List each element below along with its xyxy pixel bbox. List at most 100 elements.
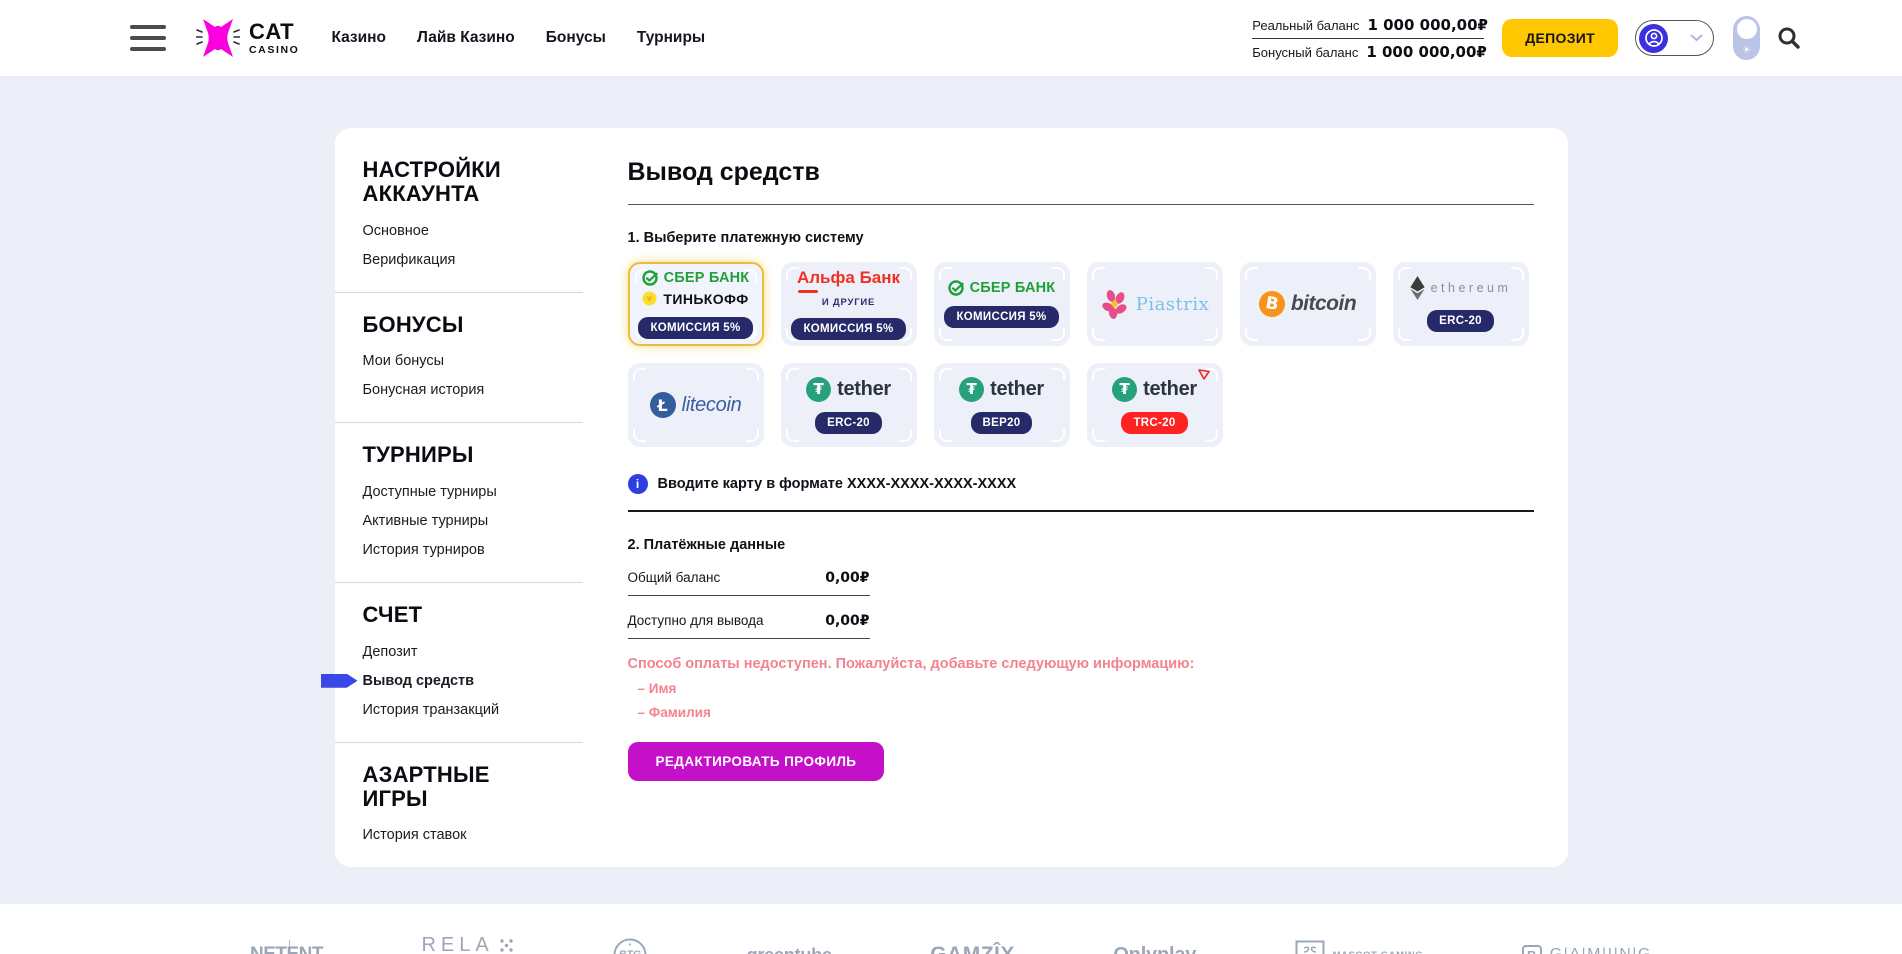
bonus-balance-label: Бонусный баланс <box>1252 45 1358 60</box>
erc20-badge: ERC-20 <box>815 412 882 434</box>
payment-tile-tether-trc20[interactable]: ₮ tether TRC-20 <box>1087 363 1223 447</box>
bonus-balance-value: 1 000 000,00₽ <box>1366 43 1487 61</box>
tether-wordmark: tether <box>837 378 891 401</box>
payment-methods-grid: СБЕР БАНК ТИНЬКОФФ КОМИССИЯ 5% Альфа Бан… <box>628 262 1534 447</box>
payment-tile-tether-bep20[interactable]: ₮ tether BEP20 <box>934 363 1070 447</box>
payment-tile-litecoin[interactable]: Ł litecoin <box>628 363 764 447</box>
commission-badge: КОМИССИЯ 5% <box>944 306 1058 328</box>
nav-item-live-casino[interactable]: Лайв Казино <box>417 29 515 47</box>
provider-logo-greentube: greentube <box>747 945 832 954</box>
section-heading: АЗАРТНЫЕ ИГРЫ <box>363 763 555 811</box>
provider-logo-onlyplay: Onlyplay <box>1113 944 1196 954</box>
section-heading: НАСТРОЙКИ АККАУНТА <box>363 158 555 206</box>
available-withdrawal-row: Доступно для вывода 0,00₽ <box>628 613 870 639</box>
sidebar-item-verification[interactable]: Верификация <box>363 252 555 268</box>
available-withdrawal-label: Доступно для вывода <box>628 613 764 628</box>
trc20-badge: TRC-20 <box>1121 412 1187 434</box>
brand-subname: CASINO <box>249 45 299 56</box>
tether-wordmark: tether <box>990 378 1044 401</box>
info-icon: i <box>628 474 648 494</box>
sidebar-section-bonuses: БОНУСЫ Мои бонусы Бонусная история <box>335 293 583 424</box>
provider-logo-netent: NETENT <box>250 944 323 954</box>
payment-unavailable-warning: Способ оплаты недоступен. Пожалуйста, до… <box>628 656 1534 720</box>
piastrix-wordmark: Piastrix <box>1136 294 1210 315</box>
tether-icon: ₮ <box>806 377 831 402</box>
sber-wordmark: СБЕР БАНК <box>970 280 1056 296</box>
payment-tile-sber[interactable]: СБЕР БАНК КОМИССИЯ 5% <box>934 262 1070 346</box>
theme-toggle[interactable]: ☀ <box>1733 16 1760 60</box>
title-divider <box>628 204 1534 205</box>
sidebar-item-active-tournaments[interactable]: Активные турниры <box>363 513 555 529</box>
netent-wordmark: NETENT <box>250 944 323 954</box>
sidebar-item-transaction-history[interactable]: История транзакций <box>363 702 555 718</box>
sidebar-section-settings: НАСТРОЙКИ АККАУНТА Основное Верификация <box>335 134 583 293</box>
ethereum-icon <box>1410 276 1425 300</box>
tether-icon: ₮ <box>1112 377 1137 402</box>
bep20-badge: BEP20 <box>971 412 1033 434</box>
user-icon <box>1644 28 1664 48</box>
alfa-bank-wordmark: Альфа Банк <box>797 268 900 288</box>
nav-item-bonuses[interactable]: Бонусы <box>546 29 606 47</box>
greentube-wordmark: greentube <box>747 945 832 954</box>
chevron-down-icon <box>1690 34 1703 42</box>
top-bar: CAT CASINO Казино Лайв Казино Бонусы Тур… <box>0 0 1902 76</box>
active-item-arrow-icon <box>321 674 358 688</box>
litecoin-icon: Ł <box>650 392 676 418</box>
balance-divider <box>1252 38 1484 39</box>
brand-logo[interactable]: CAT CASINO <box>196 17 299 59</box>
search-button[interactable] <box>1776 25 1802 51</box>
nav-item-casino[interactable]: Казино <box>331 29 386 47</box>
total-balance-value: 0,00₽ <box>825 570 869 586</box>
sidebar-item-available-tournaments[interactable]: Доступные турниры <box>363 484 555 500</box>
bitcoin-wordmark: bitcoin <box>1291 292 1356 316</box>
section-heading: СЧЕТ <box>363 603 555 627</box>
litecoin-wordmark: litecoin <box>682 394 742 417</box>
section-heading: БОНУСЫ <box>363 313 555 337</box>
sidebar-item-bet-history[interactable]: История ставок <box>363 827 555 843</box>
bonus-balance-row: Бонусный баланс 1 000 000,00₽ <box>1252 43 1484 61</box>
payment-tile-alfa-bank[interactable]: Альфа Банк И ДРУГИЕ КОМИССИЯ 5% <box>781 262 917 346</box>
and-others-label: И ДРУГИЕ <box>822 297 875 308</box>
step1-label: 1. Выберите платежную систему <box>628 230 1534 246</box>
provider-logo-mascot-gaming: MASCOT GAMING <box>1295 940 1424 954</box>
payment-tile-tether-erc20[interactable]: ₮ tether ERC-20 <box>781 363 917 447</box>
edit-profile-button[interactable]: РЕДАКТИРОВАТЬ ПРОФИЛЬ <box>628 742 885 781</box>
sidebar-item-my-bonuses[interactable]: Мои бонусы <box>363 353 555 369</box>
real-balance-label: Реальный баланс <box>1252 18 1359 33</box>
commission-badge: КОМИССИЯ 5% <box>638 317 752 339</box>
payment-tile-bitcoin[interactable]: B bitcoin <box>1240 262 1376 346</box>
mascot-gaming-wordmark: MASCOT GAMING <box>1333 950 1424 954</box>
payment-tile-piastrix[interactable]: Piastrix <box>1087 262 1223 346</box>
avatar <box>1639 24 1668 53</box>
payment-tile-ethereum[interactable]: ethereum ERC-20 <box>1393 262 1529 346</box>
section-divider <box>628 510 1534 512</box>
warning-item-surname: – Фамилия <box>638 705 1534 720</box>
sidebar-item-bonus-history[interactable]: Бонусная история <box>363 382 555 398</box>
providers-footer: NETENT RELA GAMING BTG greentube GAMZÎX … <box>0 904 1902 954</box>
sidebar-item-withdrawal[interactable]: Вывод средств <box>363 673 555 689</box>
warning-title: Способ оплаты недоступен. Пожалуйста, до… <box>628 656 1534 672</box>
total-balance-label: Общий баланс <box>628 570 721 585</box>
sidebar-item-tournament-history[interactable]: История турниров <box>363 542 555 558</box>
gamzix-wordmark: GAMZÎX <box>930 943 1015 954</box>
sidebar-item-main[interactable]: Основное <box>363 223 555 239</box>
warning-item-name: – Имя <box>638 681 1534 696</box>
tether-icon: ₮ <box>959 377 984 402</box>
deposit-button[interactable]: ДЕПОЗИТ <box>1502 19 1618 57</box>
tinkoff-emblem-icon <box>642 291 657 306</box>
bitcoin-icon: B <box>1257 289 1287 319</box>
step2-label: 2. Платёжные данные <box>628 537 1534 553</box>
nav-item-tournaments[interactable]: Турниры <box>637 29 705 47</box>
bgaming-wordmark: G|A|M|I|N|G <box>1550 946 1652 954</box>
commission-badge: КОМИССИЯ 5% <box>791 318 905 340</box>
provider-logo-gamzix: GAMZÎX <box>930 943 1015 954</box>
sidebar-section-account: СЧЕТ Депозит Вывод средств История транз… <box>335 583 583 743</box>
hamburger-menu-icon[interactable] <box>130 25 166 51</box>
payment-tile-sber-tinkoff[interactable]: СБЕР БАНК ТИНЬКОФФ КОМИССИЯ 5% <box>628 262 764 346</box>
cat-logo-icon <box>196 17 240 59</box>
account-dropdown[interactable] <box>1635 20 1714 56</box>
search-icon <box>1776 25 1802 51</box>
sidebar-item-label: Вывод средств <box>363 673 475 689</box>
sidebar-item-deposit[interactable]: Депозит <box>363 644 555 660</box>
tron-icon <box>1198 369 1210 380</box>
